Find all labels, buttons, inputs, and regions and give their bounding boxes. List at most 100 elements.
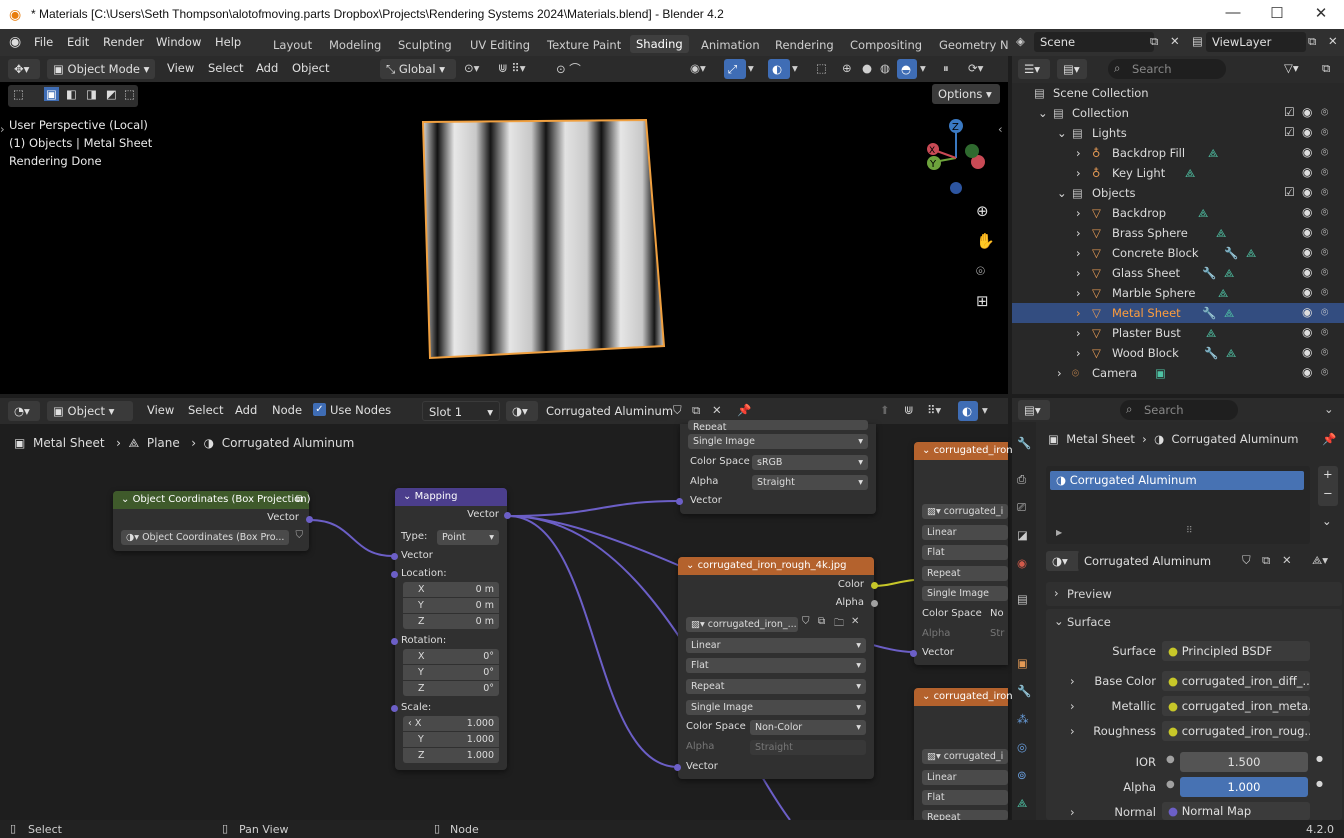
roughness-input[interactable]: ● corrugated_iron_roug... <box>1162 721 1310 741</box>
input-vector-socket[interactable] <box>910 650 917 657</box>
tool-tab-icon[interactable]: 🔧 <box>1017 436 1031 450</box>
location-y-field[interactable]: Y 0 m <box>403 598 499 613</box>
object-coordinates-node[interactable]: ⌄ Object Coordinates (Box Projection) ⧉ V… <box>113 491 313 551</box>
physics-tab-icon[interactable]: ◎ <box>1017 740 1027 754</box>
chevron-right-icon[interactable]: › <box>1070 699 1075 713</box>
zoom-icon[interactable]: ⊕ <box>976 202 989 220</box>
checkbox-icon[interactable]: ☑ <box>1284 125 1295 139</box>
slot-select[interactable]: Slot 1 ▾ <box>422 401 500 421</box>
metallic-input[interactable]: ● corrugated_iron_meta... <box>1162 696 1310 716</box>
chevron-down-icon[interactable]: ⌄ <box>1054 614 1064 628</box>
add-slot-icon[interactable]: + <box>1323 467 1333 481</box>
location-socket[interactable] <box>391 571 398 578</box>
eye-icon[interactable]: ◉ <box>1302 205 1312 219</box>
menu-render[interactable]: Render <box>103 35 144 49</box>
source-select[interactable]: Single Image ▾ <box>686 700 866 715</box>
viewport-menu-add[interactable]: Add <box>256 61 278 75</box>
camera-view-icon[interactable]: ⌾ <box>976 262 985 280</box>
outliner-row-marble-sphere[interactable]: › ▽ Marble Sphere ⟁ ◉ ⌾ <box>1012 283 1344 303</box>
chevron-right-icon[interactable]: › <box>1076 246 1081 260</box>
rotation-y-field[interactable]: Y 0° <box>403 665 499 680</box>
constraints-tab-icon[interactable]: ⊚ <box>1017 768 1027 782</box>
visibility-icon[interactable]: ◉▾ <box>690 61 706 75</box>
eye-icon[interactable]: ◉ <box>1302 145 1312 159</box>
keyframe-dot-icon[interactable]: ● <box>1316 754 1323 763</box>
projection-select[interactable]: Flat <box>922 545 1008 560</box>
tab-rendering[interactable]: Rendering <box>775 38 834 52</box>
duplicate-material-icon[interactable]: ⧉ <box>1262 553 1270 568</box>
eye-icon[interactable]: ◉ <box>1302 165 1312 179</box>
select-box-icon[interactable]: ▣ <box>44 87 59 101</box>
blender-menu-icon[interactable]: ◉ <box>9 34 21 50</box>
chevron-right-icon[interactable]: › <box>1076 146 1081 160</box>
camera-render-icon[interactable]: ⌾ <box>1321 205 1328 220</box>
chevron-right-icon[interactable]: › <box>1057 366 1062 380</box>
node-header[interactable]: ⌄ corrugated_iron_n <box>914 688 1024 706</box>
tab-layout[interactable]: Layout <box>273 38 312 52</box>
outliner-row-lights[interactable]: ⌄ ▤ Lights ☑ ◉ ⌾ <box>1012 123 1344 143</box>
camera-render-icon[interactable]: ⌾ <box>1321 105 1328 120</box>
eye-icon[interactable]: ◉ <box>1302 225 1312 239</box>
color-space-select[interactable]: sRGB ▾ <box>752 455 868 470</box>
use-nodes-checkbox[interactable]: ✓ <box>313 403 326 416</box>
mode-select[interactable]: ▣ Object Mode ▾ <box>47 59 155 79</box>
editor-type-button[interactable]: ✥▾ <box>8 59 40 79</box>
material-slot-list[interactable]: ◑ Corrugated Aluminum ▶ ⠿ <box>1046 466 1310 544</box>
image-texture-node-right-1[interactable]: ⌄ corrugated_iron_ ▨▾ corrugated_i Linea… <box>910 442 1018 665</box>
mapping-node[interactable]: ⌄ Mapping Vector Type: Point ▾ Vector Loc… <box>391 488 511 770</box>
unlink-material-icon[interactable]: ✕ <box>1282 553 1292 567</box>
material-name-field[interactable]: Corrugated Aluminum <box>540 401 673 421</box>
gizmo-toggle[interactable]: ⤢ <box>724 59 746 79</box>
chevron-right-icon[interactable]: › <box>1076 206 1081 220</box>
material-browse[interactable]: ◑▾ <box>506 401 538 421</box>
view-layer-tab-icon[interactable]: ◪ <box>1017 528 1028 542</box>
scale-x-field[interactable]: ‹ X 1.000 <box>403 716 499 731</box>
material-shading-icon[interactable]: ◍ <box>880 61 890 75</box>
snap-node-icon[interactable]: ⋓ <box>904 403 914 417</box>
node-overlay-toggle[interactable]: ◐ <box>958 401 978 421</box>
eye-icon[interactable]: ◉ <box>1302 105 1312 119</box>
options-button[interactable]: Options ▾ <box>932 84 1000 104</box>
outliner-row-concrete-block[interactable]: › ▽ Concrete Block 🔧 ⟁ ◉ ⌾ <box>1012 243 1344 263</box>
camera-render-icon[interactable]: ⌾ <box>1321 245 1328 260</box>
float-socket-icon[interactable]: ● <box>1166 779 1175 790</box>
overlay-dropdown-icon[interactable]: ▾ <box>792 61 798 75</box>
expand-list-icon[interactable]: ▶ <box>1056 528 1062 537</box>
proportional-edit-icon[interactable]: ⊙ ⌒ <box>556 61 581 77</box>
pan-hand-icon[interactable]: ✋ <box>976 232 995 250</box>
snap-icon[interactable]: ⋓ ⠿▾ <box>498 61 526 75</box>
outliner-row-wood-block[interactable]: › ▽ Wood Block 🔧 ⟁ ◉ ⌾ <box>1012 343 1344 363</box>
outliner-row-plaster-bust[interactable]: › ▽ Plaster Bust ⟁ ◉ ⌾ <box>1012 323 1344 343</box>
outliner-row-scene-collection[interactable]: ▤ Scene Collection <box>1012 83 1344 103</box>
node-header[interactable]: ⌄ corrugated_iron_ <box>914 442 1018 460</box>
normal-input-select[interactable]: ● Normal Map <box>1162 802 1310 820</box>
solid-shading-icon[interactable]: ● <box>862 61 872 75</box>
color-space-select[interactable]: Non-Color ▾ <box>750 720 866 735</box>
camera-render-icon[interactable]: ⌾ <box>1321 285 1328 300</box>
outliner-row-camera[interactable]: › ⌾ Camera ▣ ◉ ⌾ <box>1012 363 1344 383</box>
pause-render-icon[interactable]: ⏸ <box>943 61 949 76</box>
node-menu-add[interactable]: Add <box>235 403 257 417</box>
select-subtract-icon[interactable]: ◨ <box>86 87 97 101</box>
camera-render-icon[interactable]: ⌾ <box>1321 325 1328 340</box>
shader-type-select[interactable]: ▣ Object ▾ <box>47 401 133 421</box>
rotation-socket[interactable] <box>391 638 398 645</box>
image-browse[interactable]: ▨▾ corrugated_i <box>922 749 1008 764</box>
orientation-select[interactable]: ⤡ Global ▾ <box>380 59 456 79</box>
parent-node-tree-icon[interactable]: ⬆ <box>880 403 890 417</box>
select-intersect-icon[interactable]: ⬚ <box>124 87 135 101</box>
node-header[interactable]: ⌄ corrugated_iron_rough_4k.jpg <box>678 557 874 575</box>
properties-options-icon[interactable]: ⌄ <box>1324 402 1334 416</box>
close-icon[interactable]: ✕ <box>1311 4 1331 24</box>
display-mode-select[interactable]: ▤▾ <box>1057 59 1087 79</box>
particles-tab-icon[interactable]: ⁂ <box>1017 712 1029 726</box>
image-texture-node-top[interactable]: Repeat Single Image ▾ Color Space sRGB ▾ A… <box>676 420 876 514</box>
resize-handle-icon[interactable]: ⠿ <box>1186 526 1193 536</box>
outliner-row-collection[interactable]: ⌄ ▤ Collection ☑ ◉ ⌾ <box>1012 103 1344 123</box>
alpha-slider[interactable]: 1.000 <box>1180 777 1308 797</box>
chevron-right-icon[interactable]: › <box>1076 346 1081 360</box>
node-menu-select[interactable]: Select <box>188 403 223 417</box>
extension-select[interactable]: Repeat <box>922 566 1008 581</box>
select-invert-icon[interactable]: ◩ <box>106 87 117 101</box>
camera-render-icon[interactable]: ⌾ <box>1321 365 1328 380</box>
